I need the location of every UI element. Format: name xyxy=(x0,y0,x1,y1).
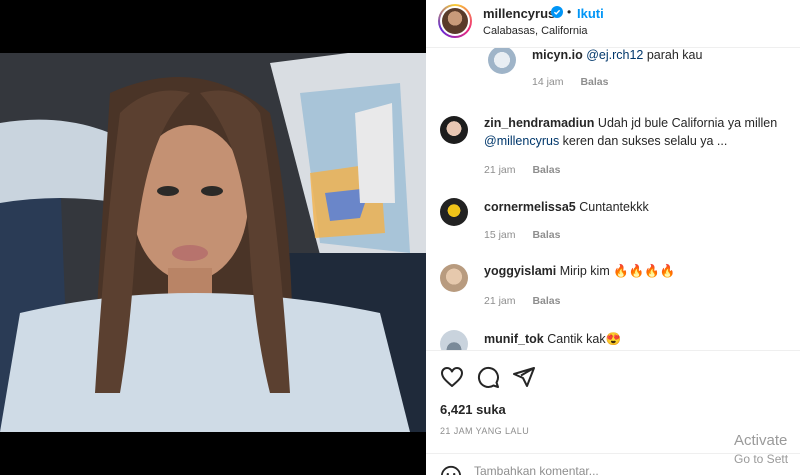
follow-button[interactable]: Ikuti xyxy=(577,6,604,21)
likes-count[interactable]: 6,421 suka xyxy=(440,402,506,417)
comment-time: 15 jam xyxy=(484,229,516,241)
commenter-avatar[interactable] xyxy=(440,330,468,350)
header-separator: • xyxy=(567,5,572,19)
heart-icon[interactable] xyxy=(440,365,464,389)
add-comment-input[interactable] xyxy=(474,464,694,475)
comment-text: munif_tok Cantik kak😍 xyxy=(484,330,784,348)
commenter-username[interactable]: yoggyislami xyxy=(484,264,556,278)
comments-list[interactable]: micyn.io @ej.rch12 parah kau 14 jam Bala… xyxy=(426,48,800,350)
watermark-line-2: Go to Sett xyxy=(734,452,789,466)
post-media-panel xyxy=(0,0,426,475)
comment-content: Udah jd bule California ya millen xyxy=(597,116,778,130)
commenter-avatar[interactable] xyxy=(488,48,516,74)
post-detail-panel: millencyrus • Ikuti Calabasas, Californi… xyxy=(426,0,800,475)
comment-mention[interactable]: @ej.rch12 xyxy=(586,48,643,62)
commenter-username[interactable]: zin_hendramadiun xyxy=(484,116,594,130)
comment-content-continued: keren dan sukses selalu ya ... xyxy=(559,134,728,148)
comment-meta: 14 jam Balas xyxy=(532,76,622,88)
verified-badge-icon xyxy=(551,6,563,18)
comment-icon[interactable] xyxy=(476,365,500,389)
reply-button[interactable]: Balas xyxy=(580,76,608,88)
commenter-avatar[interactable] xyxy=(440,264,468,292)
reply-button[interactable]: Balas xyxy=(532,229,560,241)
comment-meta: 21 jam Balas xyxy=(484,164,574,176)
comment-text: yoggyislami Mirip kim 🔥🔥🔥🔥 xyxy=(484,262,784,280)
commenter-username[interactable]: cornermelissa5 xyxy=(484,200,576,214)
comment-text: micyn.io @ej.rch12 parah kau xyxy=(532,48,800,64)
comment-content: Cantik kak😍 xyxy=(547,332,622,346)
post-time-ago: 21 JAM YANG LALU xyxy=(440,426,530,436)
emoji-icon[interactable] xyxy=(440,465,462,475)
commenter-username[interactable]: micyn.io xyxy=(532,48,583,62)
commenter-avatar[interactable] xyxy=(440,116,468,144)
author-avatar[interactable] xyxy=(438,4,472,38)
comment-time: 21 jam xyxy=(484,295,516,307)
selfie-illustration xyxy=(0,53,426,432)
post-header: millencyrus • Ikuti Calabasas, Californi… xyxy=(426,0,800,48)
commenter-avatar[interactable] xyxy=(440,198,468,226)
comment-meta: 21 jam Balas xyxy=(484,295,574,307)
comment-text: cornermelissa5 Cuntantekkk xyxy=(484,198,784,216)
comment-meta: 15 jam Balas xyxy=(484,229,574,241)
watermark-line-1: Activate xyxy=(734,432,788,449)
activate-windows-watermark: Activate Go to Sett xyxy=(734,432,800,468)
post-photo xyxy=(0,53,426,432)
comment-content: parah kau xyxy=(643,48,703,62)
comment-text: zin_hendramadiun Udah jd bule California… xyxy=(484,114,784,150)
comment-mention[interactable]: @millencyrus xyxy=(484,134,559,148)
comment-content: Mirip kim 🔥🔥🔥🔥 xyxy=(559,264,676,278)
reply-button[interactable]: Balas xyxy=(532,164,560,176)
comment-content: Cuntantekkk xyxy=(579,200,649,214)
reply-button[interactable]: Balas xyxy=(532,295,560,307)
comment-time: 21 jam xyxy=(484,164,516,176)
comment-time: 14 jam xyxy=(532,76,564,88)
author-username[interactable]: millencyrus xyxy=(483,6,555,21)
commenter-username[interactable]: munif_tok xyxy=(484,332,544,346)
post-location[interactable]: Calabasas, California xyxy=(483,25,588,37)
share-icon[interactable] xyxy=(512,365,536,389)
